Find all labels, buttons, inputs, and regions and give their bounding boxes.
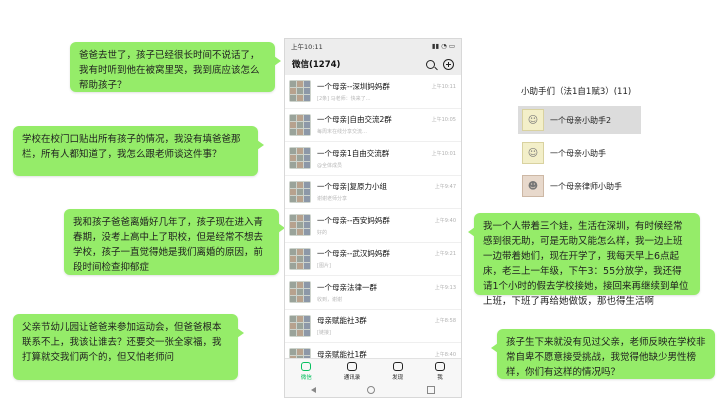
chat-time: 上午8:58	[434, 318, 456, 325]
chat-name: 一个母亲1自由交流群	[317, 148, 390, 158]
tab-label: 微信	[300, 374, 312, 381]
helper-group-title: 小助手们（法1自1赋3）(11)	[521, 87, 632, 97]
chat-time: 上午9:21	[434, 251, 456, 258]
tab-label: 我	[437, 374, 443, 381]
home-icon[interactable]	[367, 386, 376, 394]
helper-avatar-icon: ☺	[522, 142, 544, 164]
chat-preview: 谢谢老师分享	[317, 196, 348, 203]
chat-preview: 收到，谢谢	[317, 296, 343, 303]
helper-item[interactable]: ☺ 一个母亲小助手2	[518, 106, 641, 134]
chat-row[interactable]: 一个母亲1自由交流群 上午10:01 @全体成员	[285, 142, 461, 176]
chat-preview: @全体成员	[317, 162, 343, 169]
tab-item[interactable]: 通讯录	[343, 361, 361, 381]
me-tab-icon	[435, 361, 446, 371]
message-bubble: 孩子生下来就没有见过父亲，老师反映在学校非常自卑不愿意接受挑战，我觉得他缺少男性…	[491, 329, 715, 379]
add-icon[interactable]	[443, 58, 454, 70]
helper-name: 一个母亲小助手2	[550, 115, 612, 125]
tab-label: 发现	[392, 374, 404, 381]
message-bubble: 父亲节幼儿园让爸爸来参加运动会，但爸爸根本联系不上，我该让谁去？还要交一张全家福…	[13, 314, 244, 380]
chat-time: 上午8:40	[434, 351, 456, 358]
message-bubble: 我和孩子爸爸离婚好几年了，孩子现在进入青春期，没考上高中上了职校，但是经常不想去…	[64, 209, 285, 275]
wechat-header: 微信(1274)	[285, 53, 461, 75]
chat-row[interactable]: 一个母亲--西安妈妈群 上午9:40 好的	[285, 209, 461, 243]
chat-time: 上午10:11	[431, 83, 456, 90]
chat-name: 母亲赋能社3群	[317, 316, 367, 326]
chat-preview: [图片]	[317, 263, 331, 270]
helper-name: 一个母亲小助手	[550, 148, 606, 158]
chat-row[interactable]: 一个母亲--深圳妈妈群 上午10:11 [2条] 马老师：快来了…	[285, 75, 461, 109]
helper-name: 一个母亲律师小助手	[550, 181, 622, 191]
tab-label: 通讯录	[343, 374, 361, 381]
group-avatar-icon	[289, 214, 311, 237]
tab-bar: 微信 通讯录 发现 我	[285, 358, 461, 383]
helper-avatar-icon: ☺	[522, 109, 544, 131]
chat-time: 上午10:01	[431, 150, 456, 157]
group-avatar-icon	[289, 281, 311, 304]
chat-name: 一个母亲--深圳妈妈群	[317, 81, 390, 91]
chat-name: 一个母亲|自由交流2群	[317, 115, 392, 125]
chat-name: 一个母亲法律一群	[317, 282, 377, 292]
discover-tab-icon	[392, 361, 403, 371]
group-avatar-icon	[289, 80, 311, 103]
message-bubble: 我一个人带着三个娃，生活在深圳，有时候经常感到很无助，可是无助又能怎么样，我一边…	[468, 213, 700, 307]
helper-group-panel: 小助手们（法1自1赋3）(11) ☺ 一个母亲小助手2 ☺ 一个母亲小助手 ☻ …	[518, 82, 641, 202]
chat-preview: [2条] 马老师：快来了…	[317, 95, 371, 102]
wechat-phone-screen: 上午10:11 ▮▮ ◔ ▭ 微信(1274) 一个母亲--深圳妈妈群上午10:…	[284, 38, 462, 398]
group-avatar-icon	[289, 180, 311, 203]
status-icons: ▮▮ ◔ ▭	[431, 42, 455, 50]
chat-preview: 每周末在线分享交流…	[317, 129, 368, 136]
tab-item[interactable]: 发现	[392, 361, 404, 381]
status-time: 上午10:11	[291, 43, 323, 51]
chat-time: 上午10:05	[431, 117, 456, 124]
chat-tab-icon	[301, 361, 312, 371]
tab-item[interactable]: 微信	[300, 361, 312, 381]
group-avatar-icon	[289, 147, 311, 170]
group-avatar-icon	[289, 247, 311, 270]
back-icon[interactable]	[310, 387, 316, 393]
chat-row[interactable]: 一个母亲法律一群 上午9:13 收到，谢谢	[285, 276, 461, 310]
chat-preview: 好的	[317, 229, 328, 236]
page-title: 微信(1274)	[292, 60, 341, 70]
message-bubble: 学校在校门口贴出所有孩子的情况，我没有填爸爸那栏，所有人都知道了，我怎么跟老师谈…	[13, 126, 264, 176]
chat-preview: [链接]	[317, 330, 331, 337]
chat-row[interactable]: 一个母亲|自由交流2群 上午10:05 每周末在线分享交流…	[285, 109, 461, 142]
message-bubble: 爸爸去世了，孩子已经很长时间不说话了，我有时听到他在被窝里哭，我到底应该怎么帮助…	[70, 42, 281, 92]
contacts-tab-icon	[347, 361, 358, 371]
chat-name: 一个母亲|复原力小组	[317, 182, 388, 192]
recent-apps-icon[interactable]	[427, 386, 436, 394]
tab-item[interactable]: 我	[435, 361, 446, 381]
search-icon[interactable]	[426, 59, 435, 69]
chat-name: 一个母亲--武汉妈妈群	[317, 249, 390, 259]
system-nav-bar	[285, 383, 461, 397]
status-bar: 上午10:11 ▮▮ ◔ ▭	[285, 39, 461, 53]
helper-avatar-icon: ☻	[522, 175, 544, 197]
group-avatar-icon	[289, 314, 311, 337]
helper-item[interactable]: ☺ 一个母亲小助手	[518, 139, 641, 167]
chat-time: 上午9:40	[434, 217, 456, 224]
chat-name: 一个母亲--西安妈妈群	[317, 215, 390, 225]
chat-time: 上午9:47	[434, 184, 456, 191]
chat-time: 上午9:13	[434, 284, 456, 291]
chat-row[interactable]: 一个母亲|复原力小组 上午9:47 谢谢老师分享	[285, 176, 461, 209]
helper-item[interactable]: ☻ 一个母亲律师小助手	[518, 172, 641, 200]
chat-row[interactable]: 一个母亲--武汉妈妈群 上午9:21 [图片]	[285, 243, 461, 276]
group-avatar-icon	[289, 113, 311, 136]
chat-list: 一个母亲--深圳妈妈群 上午10:11 [2条] 马老师：快来了… 一个母亲|自由交流…	[285, 75, 461, 397]
chat-row[interactable]: 母亲赋能社3群 上午8:58 [链接]	[285, 310, 461, 343]
